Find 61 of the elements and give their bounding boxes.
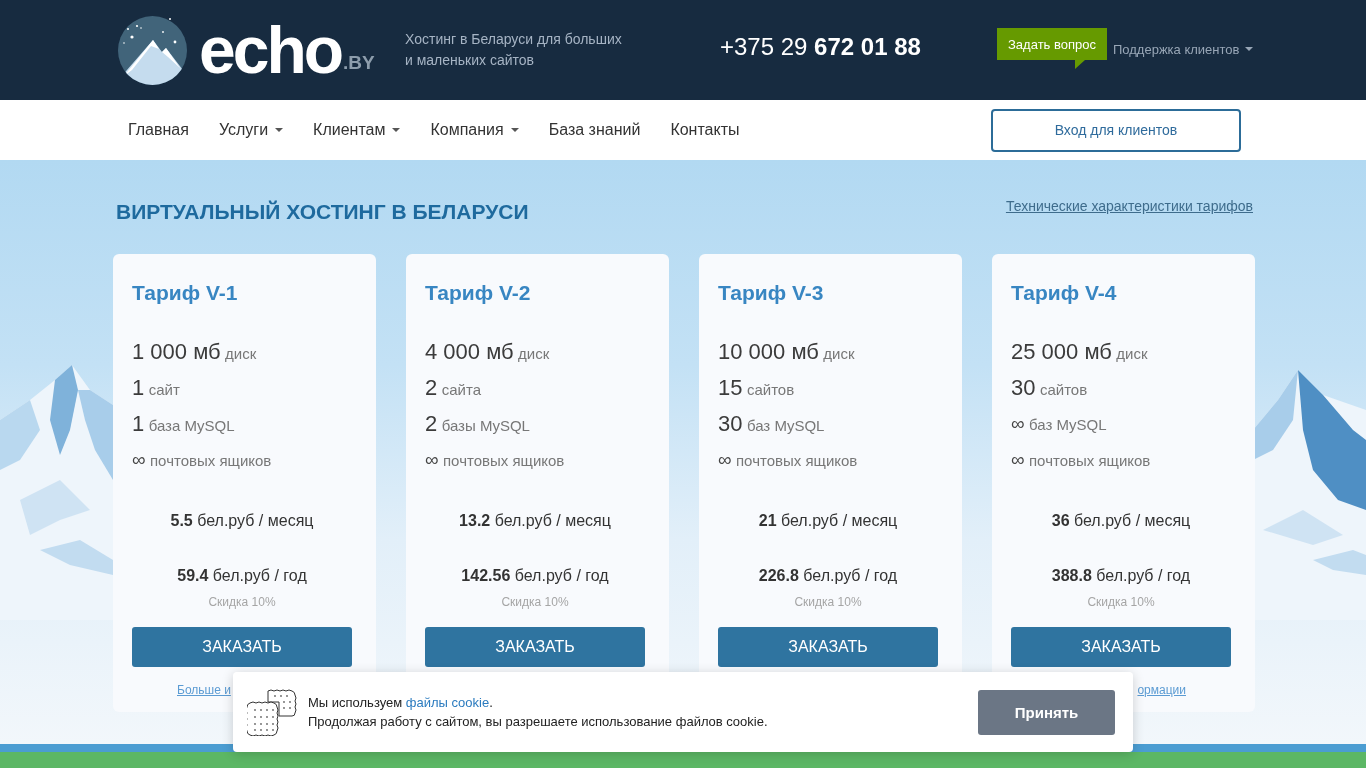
cookie-notice: Мы используем файлы cookie. Продолжая работу с сайтом, вы разрешаете использование файлов cookie. [308, 694, 768, 731]
monthly-price: 21 бел.руб / месяц [757, 511, 899, 531]
mountain-logo-icon[interactable] [118, 15, 187, 85]
order-button[interactable]: ЗАКАЗАТЬ [425, 627, 645, 667]
tariff-specs-link[interactable]: Технические характеристики тарифов [1005, 198, 1253, 214]
ask-question-button[interactable]: Задать вопрос [997, 28, 1107, 69]
plan-feature: 10 000 мб диск [718, 338, 856, 366]
more-info-link[interactable]: ормации [1137, 681, 1186, 699]
order-button[interactable]: ЗАКАЗАТЬ [132, 627, 352, 667]
nav-link[interactable]: Главная [128, 121, 189, 139]
accept-cookies-button[interactable]: Принять [978, 689, 1115, 735]
plan-feature: ∞ почтовых ящиков [1011, 448, 1152, 472]
nav-link[interactable]: Контакты [670, 121, 740, 139]
plan-title: Тариф V-2 [425, 280, 532, 306]
plan-feature: 1 база MySQL [132, 410, 236, 438]
caret-icon [1245, 47, 1254, 51]
plan-feature: 25 000 мб диск [1011, 338, 1149, 366]
order-button[interactable]: ЗАКАЗАТЬ [1011, 627, 1231, 667]
plan-title: Тариф V-4 [1011, 280, 1118, 306]
discount-note: Скидка 10% [207, 594, 277, 610]
yearly-price: 59.4 бел.руб / год [176, 566, 308, 586]
support-menu[interactable]: Поддержка клиентов [1113, 41, 1254, 57]
nav-link[interactable]: Компания [430, 121, 519, 139]
nav-link[interactable]: Клиентам [313, 121, 401, 139]
discount-note: Скидка 10% [500, 594, 570, 610]
plan-feature: 30 баз MySQL [718, 410, 826, 438]
monthly-price: 36 бел.руб / месяц [1050, 511, 1192, 531]
client-login-button[interactable]: Вход для клиентов [991, 108, 1241, 152]
plan-feature: 30 сайтов [1011, 374, 1089, 402]
more-info-link[interactable]: Больше и [177, 681, 231, 699]
plan-title: Тариф V-3 [718, 280, 825, 306]
tagline: Хостинг в Беларуси для больших и маленьких сайтов [405, 30, 623, 70]
plan-feature: ∞ почтовых ящиков [132, 448, 273, 472]
logo-domain[interactable]: .BY [343, 52, 375, 73]
discount-note: Скидка 10% [1086, 594, 1156, 610]
plan-feature: 4 000 мб диск [425, 338, 551, 366]
plan-feature: 2 сайта [425, 374, 482, 402]
plan-feature: 1 000 мб диск [132, 338, 258, 366]
caret-icon [392, 128, 401, 132]
monthly-price: 5.5 бел.руб / месяц [169, 511, 315, 531]
plan-feature: ∞ почтовых ящиков [718, 448, 859, 472]
plan-feature: ∞ баз MySQL [1011, 412, 1108, 436]
logo-wordmark[interactable]: echo [199, 17, 342, 83]
plan-feature: ∞ почтовых ящиков [425, 448, 566, 472]
caret-icon [275, 128, 284, 132]
plan-title: Тариф V-1 [132, 280, 239, 306]
discount-note: Скидка 10% [793, 594, 863, 610]
plan-feature: 15 сайтов [718, 374, 796, 402]
yearly-price: 226.8 бел.руб / год [757, 566, 899, 586]
cookies-icon [247, 688, 297, 736]
nav-link[interactable]: База знаний [548, 121, 641, 139]
yearly-price: 388.8 бел.руб / год [1050, 566, 1192, 586]
order-button[interactable]: ЗАКАЗАТЬ [718, 627, 938, 667]
nav-link[interactable]: Услуги [218, 121, 284, 139]
monthly-price: 13.2 бел.руб / месяц [458, 511, 612, 531]
caret-icon [510, 128, 519, 132]
plan-feature: 2 базы MySQL [425, 410, 531, 438]
phone-number: +375 29 672 01 88 [720, 33, 922, 61]
plan-feature: 1 сайт [132, 374, 181, 402]
page-title: ВИРТУАЛЬНЫЙ ХОСТИНГ В БЕЛАРУСИ [116, 199, 529, 225]
yearly-price: 142.56 бел.руб / год [460, 566, 610, 586]
